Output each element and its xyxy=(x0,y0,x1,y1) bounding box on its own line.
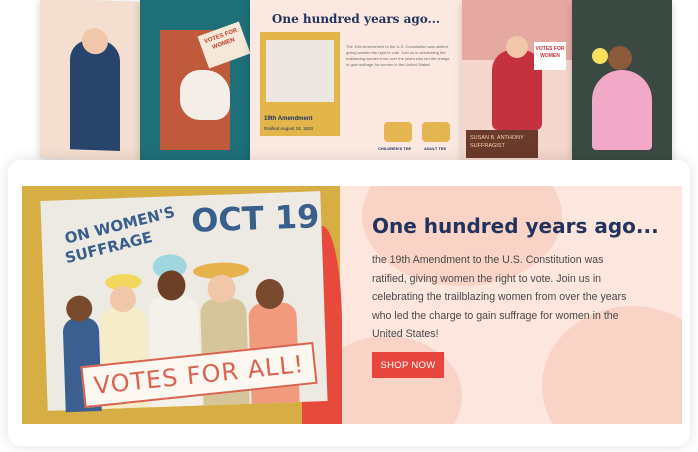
podium-caption: SUSAN B. ANTHONY SUFFRAGIST xyxy=(466,130,538,158)
poster-date: OCT 19 xyxy=(190,197,320,240)
dress-illustration xyxy=(592,70,652,150)
adult-tee-label: ADULT TEE xyxy=(424,146,447,151)
mini-poster-date: Ratified August 18, 1920 xyxy=(264,126,314,131)
figure-illustration xyxy=(70,39,120,152)
lantern-illustration xyxy=(592,48,608,64)
product-cards-strip: VOTES FOR WOMEN One hundred years ago...… xyxy=(40,0,672,168)
illustration-card-4[interactable]: VOTES FOR WOMEN SUSAN B. ANTHONY SUFFRAG… xyxy=(462,0,572,160)
banner-heading: One hundred years ago... xyxy=(372,214,659,238)
card-title: One hundred years ago... xyxy=(271,12,441,26)
mini-poster-art xyxy=(266,40,334,102)
banner-paragraph: the 19th Amendment to the U.S. Constitut… xyxy=(372,254,627,341)
horse-illustration xyxy=(180,70,230,120)
card-paragraph: The 19th Amendment to the U.S. Constitut… xyxy=(346,44,450,67)
illustration-card-2[interactable]: VOTES FOR WOMEN xyxy=(140,0,250,160)
mini-poster: 19th Amendment Ratified August 18, 1920 xyxy=(260,32,340,136)
illustration-card-1[interactable] xyxy=(40,0,140,162)
figure-head xyxy=(82,27,108,55)
childrens-tee-thumbnail[interactable] xyxy=(384,122,412,142)
illustration-card-5[interactable] xyxy=(572,0,672,160)
figure-head xyxy=(506,36,528,58)
mini-poster-caption: 19th Amendment xyxy=(264,116,313,122)
featured-product-card[interactable]: One hundred years ago... 19th Amendment … xyxy=(250,0,462,160)
shop-now-button[interactable]: SHOP NOW xyxy=(372,352,444,378)
childrens-tee-label: CHILDREN'S TEE xyxy=(378,146,412,151)
sign-illustration: VOTES FOR WOMEN xyxy=(534,42,566,70)
figure-head xyxy=(608,46,632,70)
adult-tee-thumbnail[interactable] xyxy=(422,122,450,142)
